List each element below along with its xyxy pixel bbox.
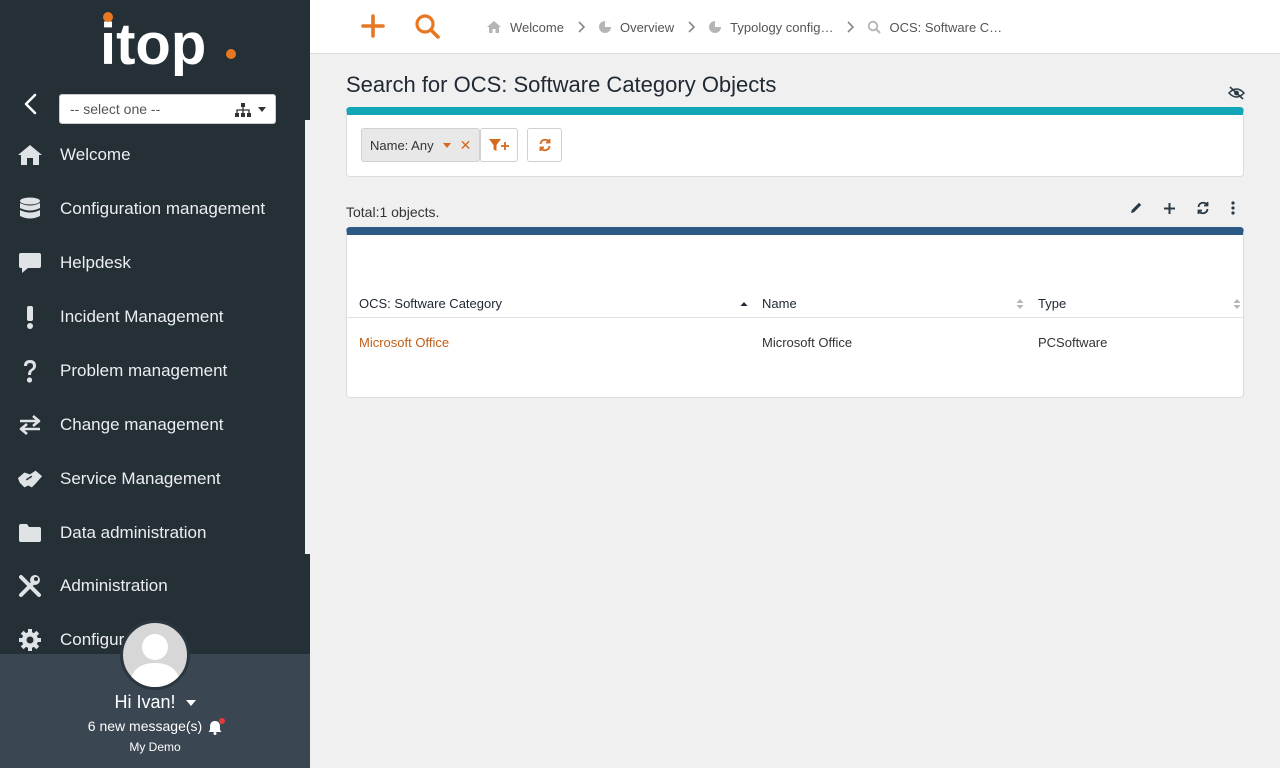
folder-icon xyxy=(17,520,43,546)
criteria-name-any[interactable]: Name: Any ✕ xyxy=(361,128,481,162)
column-header-name[interactable]: Name xyxy=(762,296,797,311)
menu-item-change-management[interactable]: Change management xyxy=(0,400,305,450)
results-total: Total:1 objects. xyxy=(346,204,440,220)
menu-item-welcome[interactable]: Welcome xyxy=(0,130,305,180)
column-header-ocs-software-category[interactable]: OCS: Software Category xyxy=(359,296,502,311)
table-header-divider xyxy=(347,317,1243,318)
plus-icon[interactable] xyxy=(1160,199,1178,217)
breadcrumb-typology-config[interactable]: Typology config… xyxy=(708,20,833,35)
new-messages[interactable]: 6 new message(s) xyxy=(0,717,310,735)
page-title: Search for OCS: Software Category Object… xyxy=(346,72,777,97)
gear-icon xyxy=(17,627,43,653)
organization-select[interactable]: -- select one -- xyxy=(59,94,276,124)
menu-item-label: Problem management xyxy=(60,361,228,380)
sidebar-scrollbar[interactable] xyxy=(305,120,310,554)
filter-plus-icon xyxy=(489,139,509,151)
breadcrumb: Welcome Overview Typology config… OCS: S… xyxy=(486,0,1002,54)
table-cell: PCSoftware xyxy=(1038,335,1108,350)
refresh-icon xyxy=(539,138,550,152)
menu-item-helpdesk[interactable]: Helpdesk xyxy=(0,238,305,288)
chevron-right-icon xyxy=(847,21,855,33)
menu-item-label: Data administration xyxy=(60,523,207,542)
user-organization: My Demo xyxy=(129,740,181,754)
sitemap-icon xyxy=(235,103,251,117)
menu-item-label: Service Management xyxy=(60,469,221,488)
results-table: OCS: Software Category Name Type Microso… xyxy=(346,227,1244,398)
chevron-down-icon[interactable] xyxy=(185,700,196,707)
pie-chart-icon xyxy=(598,21,611,33)
itop-logo[interactable]: itop xyxy=(100,10,240,82)
menu-item-problem-management[interactable]: Problem management xyxy=(0,346,305,396)
more-vertical-icon[interactable] xyxy=(1224,199,1242,217)
sort-icon[interactable] xyxy=(1016,298,1024,310)
pie-chart-icon xyxy=(709,21,722,33)
refresh-search-button[interactable] xyxy=(527,128,562,162)
database-icon xyxy=(17,196,43,222)
chevron-down-icon xyxy=(258,107,266,112)
notification-dot xyxy=(219,717,226,724)
menu-item-label: Administration xyxy=(60,576,168,595)
svg-text:itop: itop xyxy=(100,12,206,77)
sort-icon[interactable] xyxy=(1233,298,1241,310)
menu-item-data-administration[interactable]: Data administration xyxy=(0,508,305,558)
avatar[interactable] xyxy=(120,620,190,690)
exchange-icon xyxy=(17,412,43,438)
add-criteria-button[interactable] xyxy=(480,128,518,162)
chevron-down-icon[interactable] xyxy=(442,142,451,148)
breadcrumb-label: Welcome xyxy=(510,19,564,35)
comment-icon xyxy=(17,250,43,276)
collapse-menu-icon[interactable] xyxy=(20,92,42,116)
table-cell-link[interactable]: Microsoft Office xyxy=(359,335,449,350)
breadcrumb-ocs-software-category[interactable]: OCS: Software C… xyxy=(867,20,1002,35)
breadcrumb-overview[interactable]: Overview xyxy=(598,20,674,35)
menu-item-incident-management[interactable]: Incident Management xyxy=(0,292,305,342)
table-cell: Microsoft Office xyxy=(762,335,853,350)
sidebar: itop -- select one -- Welcome Configurat… xyxy=(0,0,310,768)
remove-criteria-icon[interactable]: ✕ xyxy=(460,137,472,154)
tools-icon xyxy=(17,573,43,599)
search-icon xyxy=(868,20,882,34)
top-bar: Welcome Overview Typology config… OCS: S… xyxy=(310,0,1280,54)
home-icon xyxy=(487,21,501,33)
question-icon xyxy=(17,358,43,384)
criteria-label: Name: Any xyxy=(370,137,434,153)
breadcrumb-label: OCS: Software C… xyxy=(889,19,1003,35)
handshake-icon xyxy=(17,466,43,492)
refresh-icon[interactable] xyxy=(1194,199,1212,217)
organization-select-value: -- select one -- xyxy=(70,101,161,117)
sort-ascending-icon[interactable] xyxy=(740,298,748,310)
menu-item-label: Configur xyxy=(60,630,125,649)
home-icon xyxy=(17,142,43,168)
menu-item-label: Incident Management xyxy=(60,307,224,326)
chevron-right-icon xyxy=(578,21,586,33)
menu-item-label: Helpdesk xyxy=(60,253,131,272)
menu-item-label: Configuration management xyxy=(60,199,266,218)
breadcrumb-label: Typology config… xyxy=(730,19,834,35)
menu-item-label: Change management xyxy=(60,415,224,434)
user-greeting[interactable]: Hi Ivan! xyxy=(0,692,310,713)
menu-item-configuration-management[interactable]: Configuration management xyxy=(0,184,305,234)
menu-item-label: Welcome xyxy=(60,145,131,164)
edit-icon[interactable] xyxy=(1127,199,1145,217)
menu-item-service-management[interactable]: Service Management xyxy=(0,454,305,504)
search-criteria-panel: Name: Any ✕ xyxy=(346,107,1244,177)
user-greeting-text: Hi Ivan! xyxy=(114,692,176,712)
eye-slash-icon[interactable] xyxy=(1228,86,1245,100)
chevron-right-icon xyxy=(688,21,696,33)
column-header-type[interactable]: Type xyxy=(1038,296,1066,311)
breadcrumb-label: Overview xyxy=(619,19,675,35)
global-search-icon[interactable] xyxy=(414,13,440,39)
new-object-plus-icon[interactable] xyxy=(360,13,386,39)
menu-item-administration[interactable]: Administration xyxy=(0,561,305,611)
breadcrumb-welcome[interactable]: Welcome xyxy=(486,20,564,35)
exclamation-icon xyxy=(17,304,43,330)
bell-icon[interactable] xyxy=(208,717,226,735)
new-messages-text: 6 new message(s) xyxy=(87,718,203,734)
